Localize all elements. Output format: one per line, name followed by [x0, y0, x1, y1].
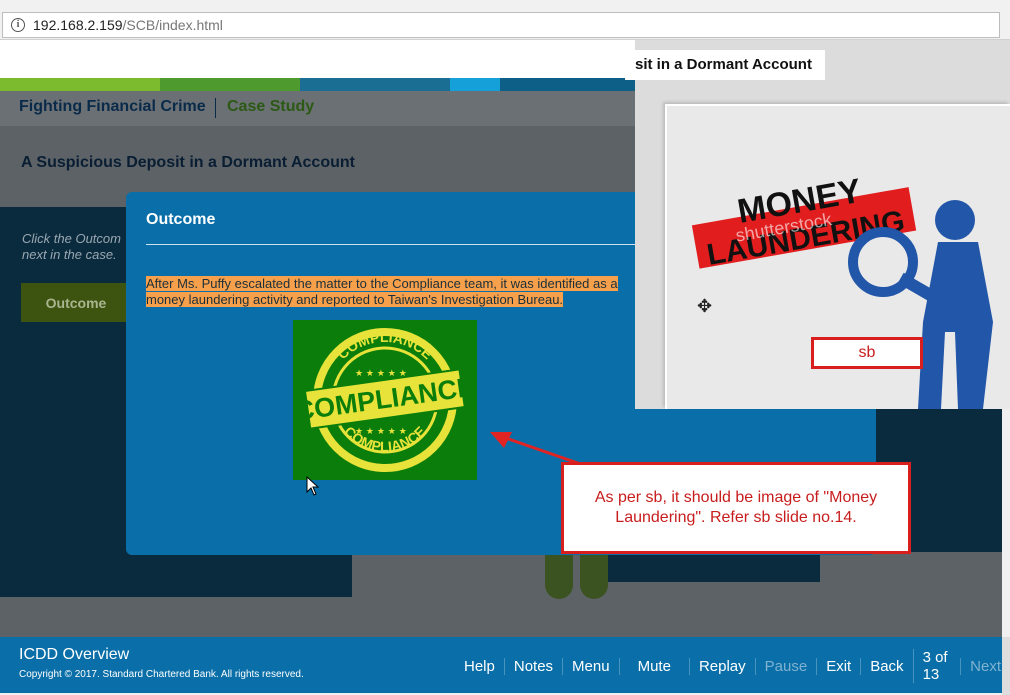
mute-button[interactable]: Mute	[618, 657, 689, 675]
page-counter: 3 of 13	[912, 649, 961, 683]
highlighted-text: After Ms. Puffy escalated the matter to …	[146, 276, 618, 307]
character-leg	[580, 555, 608, 599]
course-title: Fighting Financial Crime	[19, 98, 206, 115]
brand-stripe	[160, 78, 300, 91]
address-bar[interactable]: i 192.168.2.159/SCB/index.html	[2, 12, 1000, 38]
brand-stripe	[300, 78, 450, 91]
person-magnifier-icon	[848, 200, 993, 409]
next-button[interactable]: Next	[960, 657, 1010, 675]
scenario-title: A Suspicious Deposit in a Dormant Accoun…	[21, 154, 355, 171]
instructions-text: Click the Outcom next in the case.	[22, 231, 121, 262]
outcome-button[interactable]: Outcome	[21, 283, 131, 322]
modal-title: Outcome	[146, 211, 216, 228]
copyright-text: Copyright © 2017. Standard Chartered Ban…	[19, 669, 304, 680]
character-leg	[545, 555, 573, 599]
modal-body-text: After Ms. Puffy escalated the matter to …	[146, 276, 636, 308]
course-subtitle: Case Study	[227, 98, 315, 115]
footer-title: ICDD Overview	[19, 646, 130, 663]
brand-stripe	[450, 78, 500, 91]
compliance-stamp-image: COMPLIANCE COMPLIANCE COMPLIANCE ★ ★ ★ ★…	[293, 320, 477, 480]
title-separator	[215, 98, 216, 118]
pause-button[interactable]: Pause	[754, 657, 817, 675]
svg-text:★ ★ ★ ★ ★: ★ ★ ★ ★ ★	[355, 427, 407, 437]
url-path: /SCB/index.html	[122, 17, 223, 33]
svg-text:★ ★ ★ ★ ★: ★ ★ ★ ★ ★	[355, 369, 407, 379]
money-laundering-image: MONEY LAUNDERING shutterstock	[683, 172, 993, 409]
back-button[interactable]: Back	[860, 657, 912, 675]
footer-navigation: Help Notes Menu Mute Replay Pause Exit B…	[455, 649, 1010, 683]
brand-stripe	[0, 78, 160, 91]
menu-button[interactable]: Menu	[562, 657, 619, 675]
notes-button[interactable]: Notes	[503, 657, 562, 675]
overlay-caption: sit in a Dormant Account	[625, 50, 825, 80]
replay-button[interactable]: Replay	[688, 657, 755, 675]
exit-button[interactable]: Exit	[816, 657, 860, 675]
bottom-panel	[608, 552, 820, 582]
help-button[interactable]: Help	[455, 658, 504, 675]
sb-label-box: sb	[811, 337, 923, 369]
mouse-pointer-icon	[306, 476, 320, 496]
move-cursor-icon: ✥	[697, 296, 713, 316]
review-callout: As per sb, it should be image of "Money …	[561, 462, 911, 554]
url-host: 192.168.2.159	[33, 17, 123, 33]
info-icon[interactable]: i	[11, 18, 25, 32]
stamp-ring-top: COMPLIANCE	[334, 329, 436, 362]
